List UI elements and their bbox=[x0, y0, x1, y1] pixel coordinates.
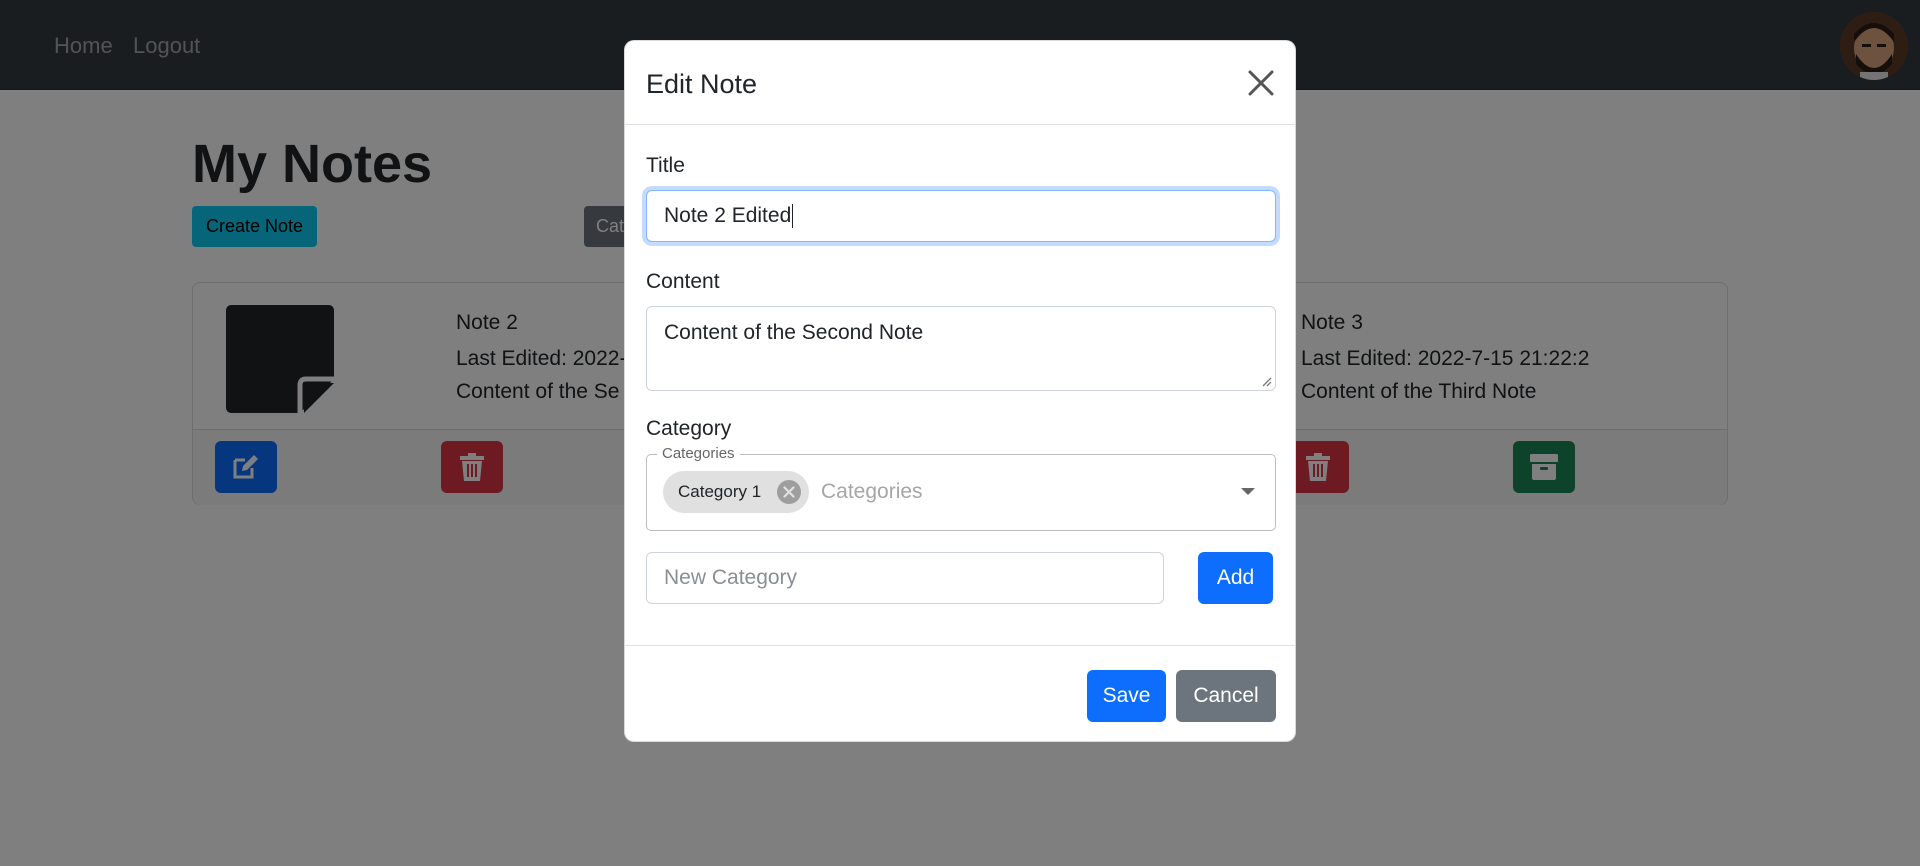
category-chip: Category 1 bbox=[663, 471, 809, 513]
close-icon bbox=[1248, 70, 1274, 96]
categories-select[interactable]: Categories Category 1 Categories bbox=[646, 445, 1276, 531]
title-label: Title bbox=[646, 154, 685, 177]
content-label: Content bbox=[646, 270, 720, 293]
text-caret bbox=[792, 204, 794, 228]
categories-legend: Categories bbox=[657, 445, 740, 462]
modal-title: Edit Note bbox=[646, 69, 758, 99]
chevron-down-icon[interactable] bbox=[1241, 488, 1255, 495]
category-chip-label: Category 1 bbox=[678, 482, 762, 501]
categories-placeholder: Categories bbox=[821, 480, 923, 503]
modal-footer: Save Cancel bbox=[625, 645, 1295, 743]
content-textarea[interactable]: Content of the Second Note bbox=[646, 306, 1276, 391]
remove-chip-icon[interactable] bbox=[777, 480, 801, 504]
close-modal-button[interactable] bbox=[1245, 67, 1277, 99]
add-category-button[interactable]: Add bbox=[1198, 552, 1273, 604]
content-textarea-value: Content of the Second Note bbox=[664, 321, 924, 344]
modal-header: Edit Note bbox=[625, 41, 1295, 125]
title-input[interactable]: Note 2 Edited bbox=[646, 190, 1276, 242]
resize-grip-icon[interactable] bbox=[1260, 375, 1272, 387]
save-button[interactable]: Save bbox=[1087, 670, 1166, 722]
edit-note-modal: Edit Note Title Note 2 Edited Content Co… bbox=[624, 40, 1296, 742]
new-category-input[interactable]: New Category bbox=[646, 552, 1164, 604]
category-label: Category bbox=[646, 417, 732, 440]
cancel-button[interactable]: Cancel bbox=[1176, 670, 1276, 722]
title-input-value: Note 2 Edited bbox=[664, 204, 792, 227]
